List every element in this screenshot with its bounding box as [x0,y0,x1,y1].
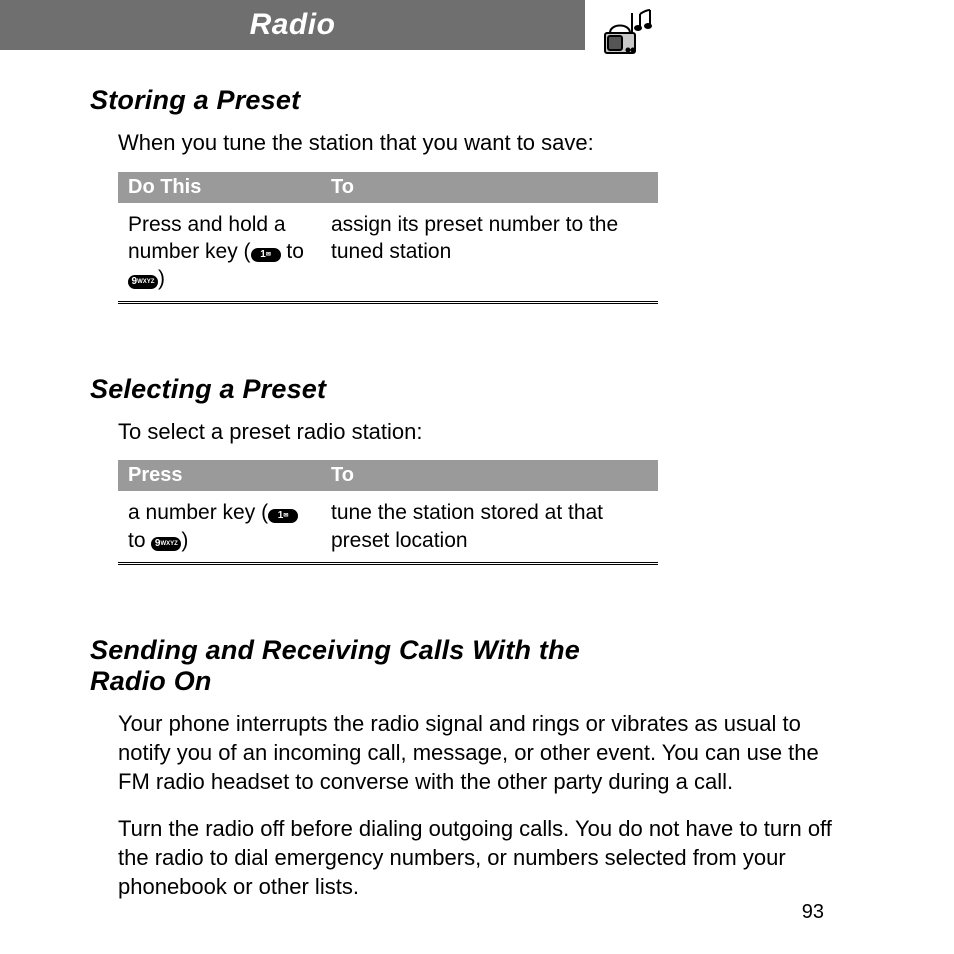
storing-table: Do This To Press and hold a number key (… [118,172,658,304]
section-body-storing: When you tune the station that you want … [118,128,834,304]
storing-lead: When you tune the station that you want … [118,128,834,158]
selecting-table: Press To a number key (1✉ to 9WXYZ) tune… [118,460,658,565]
table-row: Press and hold a number key (1✉ to 9WXYZ… [118,203,658,302]
chapter-header-bar: Radio [0,0,585,50]
table-row: a number key (1✉ to 9WXYZ) tune the stat… [118,491,658,563]
page-number: 93 [802,901,824,924]
selecting-lead: To select a preset radio station: [118,417,834,447]
selecting-cell-result: tune the station stored at that preset l… [321,491,658,563]
calls-para-2: Turn the radio off before dialing outgoi… [118,814,834,901]
key-1-icon: 1✉ [268,509,298,523]
storing-cell-action: Press and hold a number key (1✉ to 9WXYZ… [118,203,321,302]
storing-th-2: To [321,172,658,203]
storing-cell-result: assign its preset number to the tuned st… [321,203,658,302]
key-1-icon: 1✉ [251,248,281,262]
selecting-cell-action: a number key (1✉ to 9WXYZ) [118,491,321,563]
selecting-th-2: To [321,460,658,491]
calls-para-1: Your phone interrupts the radio signal a… [118,709,834,796]
key-9-icon: 9WXYZ [151,537,181,551]
section-body-selecting: To select a preset radio station: Press … [118,417,834,565]
page-content: Storing a Preset When you tune the stati… [0,50,954,901]
storing-th-1: Do This [118,172,321,203]
section-body-calls: Your phone interrupts the radio signal a… [118,709,834,901]
page: Radio Storing a Preset When you tune [0,0,954,954]
key-9-icon: 9WXYZ [128,275,158,289]
section-heading-selecting: Selecting a Preset [90,374,834,405]
section-heading-calls: Sending and Receiving Calls With the Rad… [90,635,650,697]
radio-music-icon [600,8,660,63]
chapter-title: Radio [0,0,585,50]
selecting-th-1: Press [118,460,321,491]
section-heading-storing: Storing a Preset [90,85,834,116]
